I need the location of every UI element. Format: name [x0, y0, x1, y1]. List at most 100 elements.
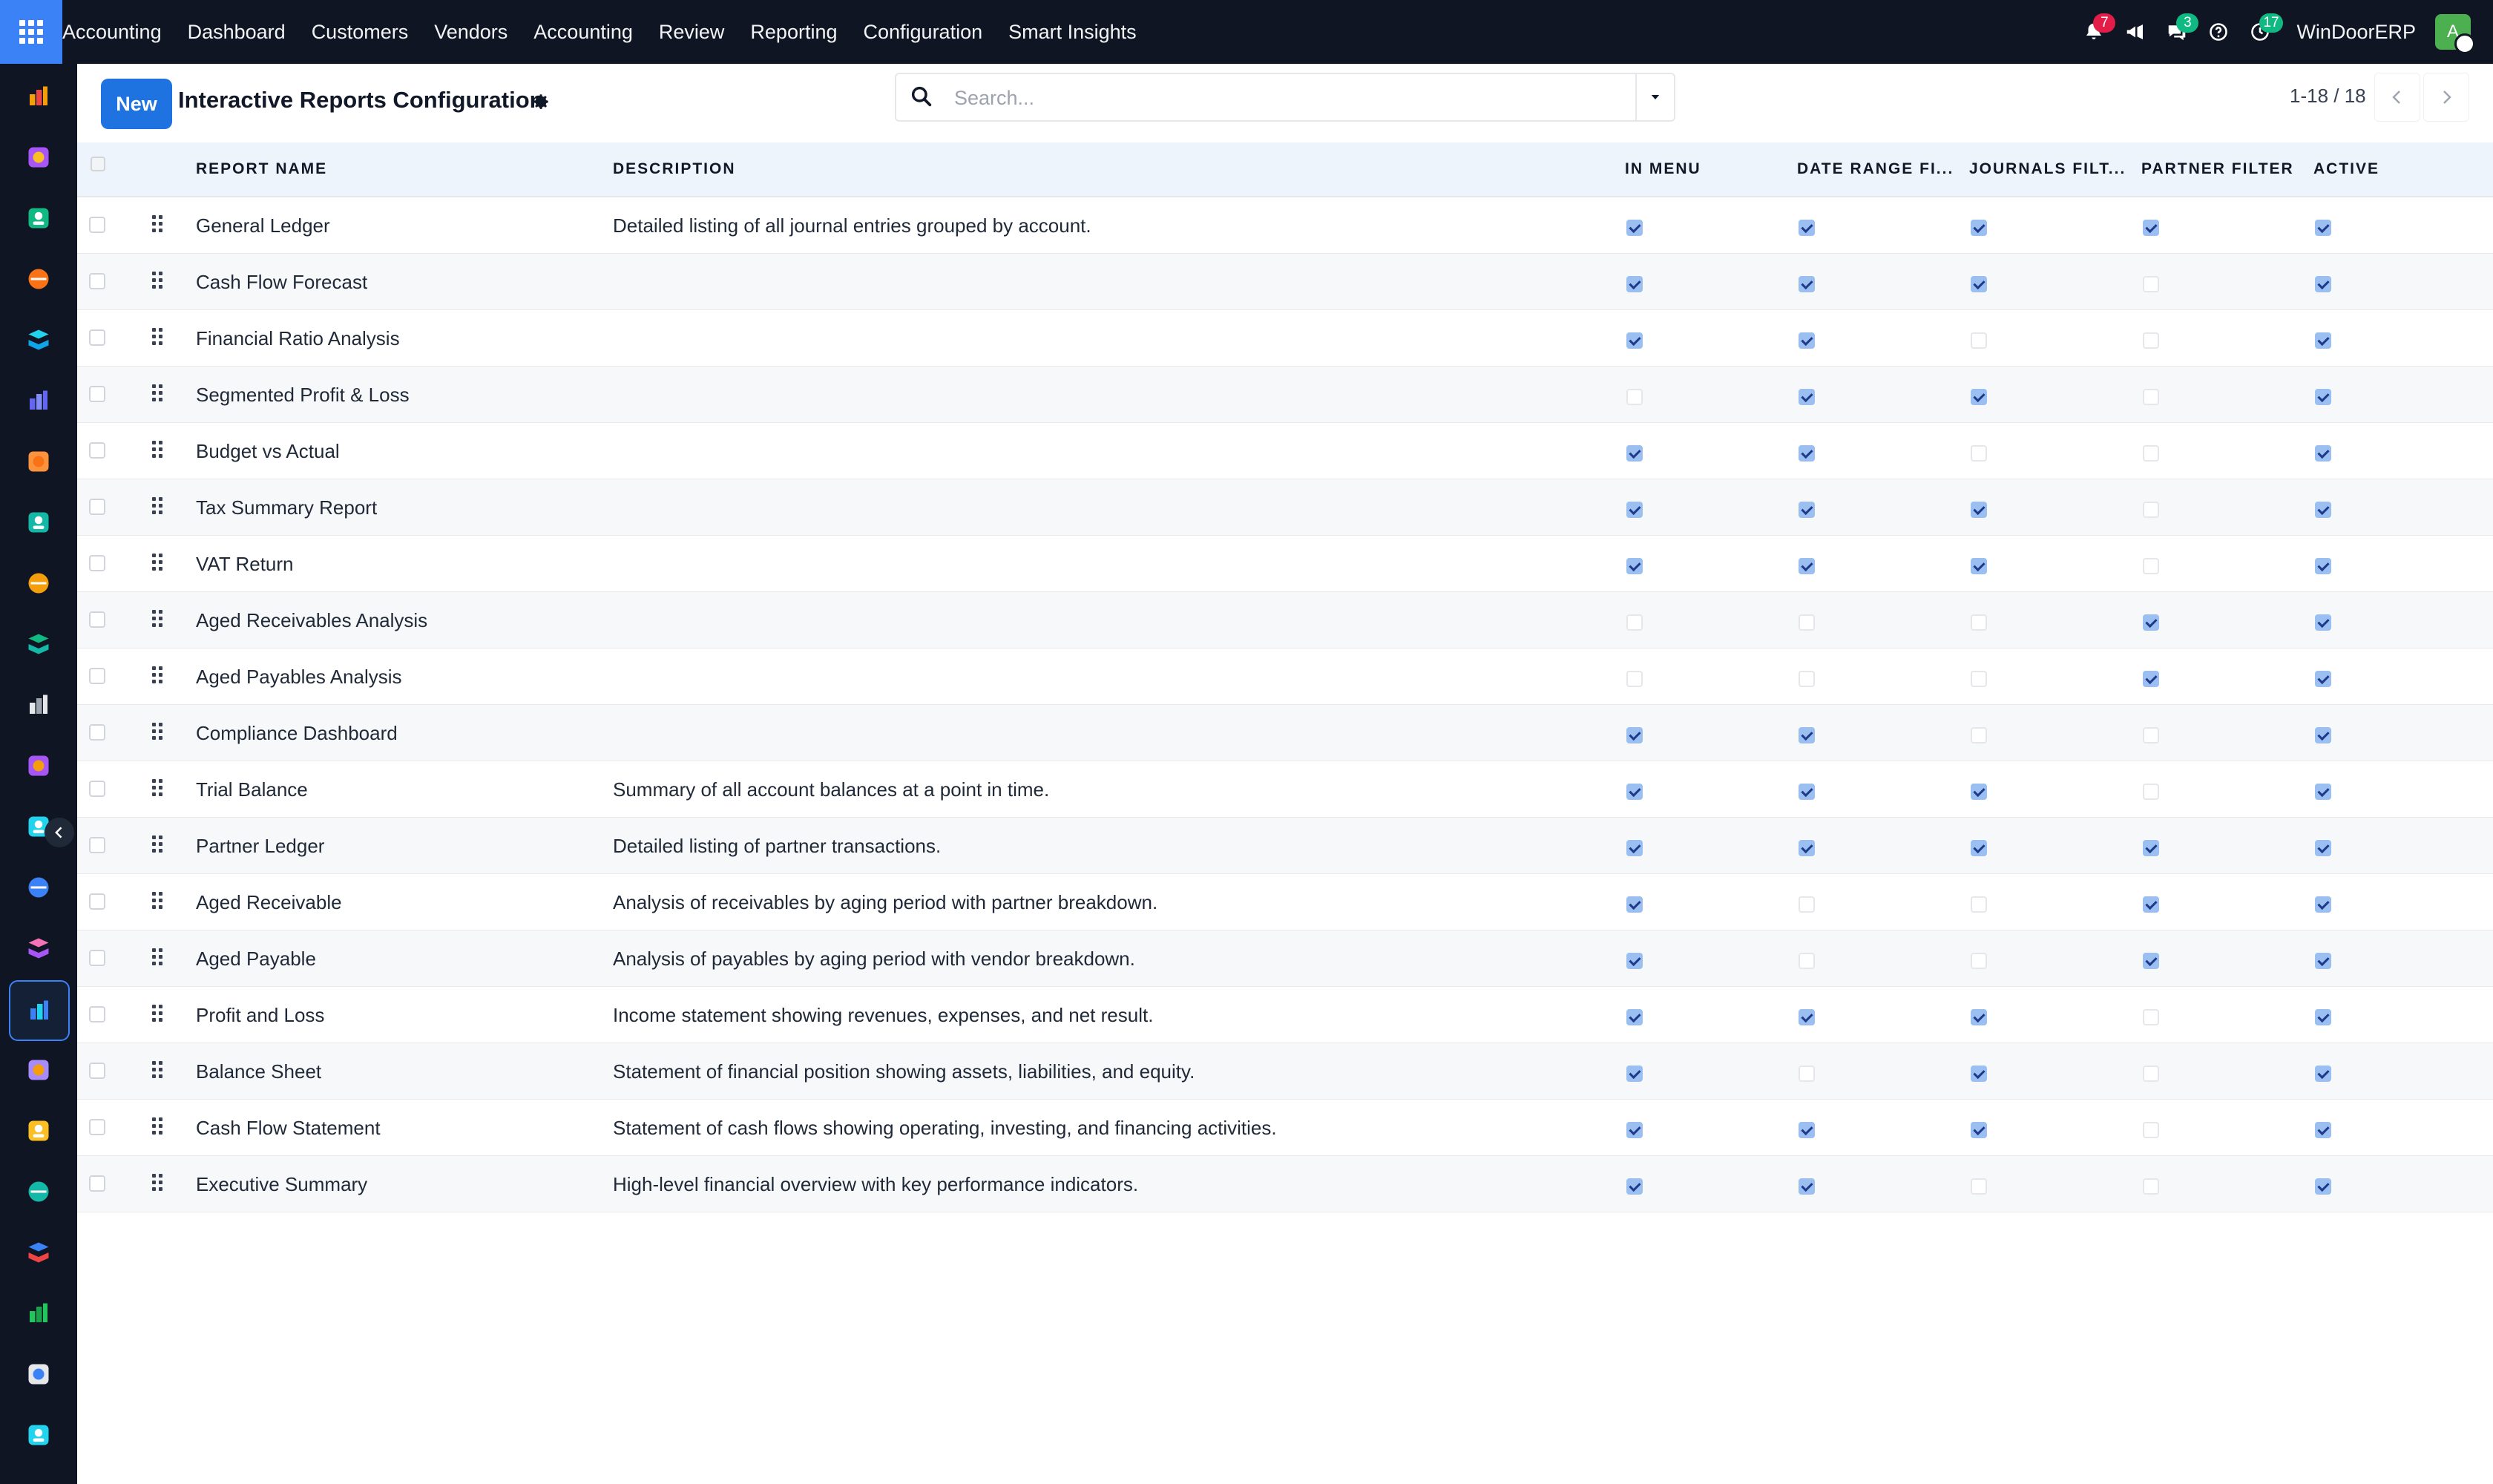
menu-dashboard[interactable]: Dashboard — [188, 21, 286, 44]
partner-filter-checkbox[interactable] — [2143, 614, 2159, 631]
active-checkbox[interactable] — [2315, 840, 2331, 856]
table-row[interactable]: Segmented Profit & Loss — [77, 367, 2493, 423]
sidebar-item-reporting[interactable] — [0, 554, 77, 613]
date-range-filter-checkbox[interactable] — [1799, 220, 1815, 236]
search-options-toggle[interactable] — [1635, 74, 1674, 120]
drag-handle-icon[interactable] — [152, 1117, 162, 1135]
row-select-checkbox[interactable] — [89, 329, 105, 346]
description-cell[interactable]: Income statement showing revenues, expen… — [613, 987, 1153, 1043]
report-name-cell[interactable]: Cash Flow Statement — [196, 1100, 381, 1156]
description-cell[interactable]: Analysis of receivables by aging period … — [613, 874, 1157, 930]
journals-filter-checkbox[interactable] — [1971, 727, 1987, 743]
col-description[interactable]: DESCRIPTION — [613, 142, 736, 196]
active-checkbox[interactable] — [2315, 220, 2331, 236]
sidebar-item-accounting[interactable] — [9, 980, 70, 1041]
menu-review[interactable]: Review — [659, 21, 725, 44]
journals-filter-checkbox[interactable] — [1971, 896, 1987, 913]
journals-filter-checkbox[interactable] — [1971, 445, 1987, 462]
in-menu-checkbox[interactable] — [1626, 614, 1643, 631]
app-menu-button[interactable] — [0, 0, 62, 64]
table-row[interactable]: Balance Sheet Statement of financial posi… — [77, 1043, 2493, 1100]
sidebar-item-project[interactable] — [0, 128, 77, 187]
sidebar-item-timer[interactable] — [0, 1345, 77, 1404]
sidebar-item-dashboards[interactable] — [0, 1223, 77, 1282]
in-menu-checkbox[interactable] — [1626, 953, 1643, 969]
drag-handle-icon[interactable] — [152, 328, 162, 345]
active-checkbox[interactable] — [2315, 1178, 2331, 1195]
pager-next-button[interactable] — [2423, 73, 2469, 122]
partner-filter-checkbox[interactable] — [2143, 1122, 2159, 1138]
report-name-cell[interactable]: Financial Ratio Analysis — [196, 310, 400, 367]
row-select-checkbox[interactable] — [89, 273, 105, 289]
notifications-button[interactable]: 7 — [2077, 13, 2116, 49]
search-input[interactable] — [953, 80, 1594, 116]
col-journals-filter[interactable]: JOURNALS FILT... — [1969, 142, 2126, 196]
partner-filter-checkbox[interactable] — [2143, 953, 2159, 969]
active-checkbox[interactable] — [2315, 896, 2331, 913]
in-menu-checkbox[interactable] — [1626, 220, 1643, 236]
sidebar-item-website[interactable] — [0, 310, 77, 370]
date-range-filter-checkbox[interactable] — [1799, 389, 1815, 405]
sidebar-item-calendar[interactable] — [0, 1101, 77, 1160]
row-select-checkbox[interactable] — [89, 1063, 105, 1079]
description-cell[interactable]: High-level financial overview with key p… — [613, 1156, 1138, 1212]
table-row[interactable]: Profit and Loss Income statement showing … — [77, 987, 2493, 1043]
partner-filter-checkbox[interactable] — [2143, 445, 2159, 462]
new-button[interactable]: New — [101, 79, 172, 129]
report-name-cell[interactable]: Executive Summary — [196, 1156, 367, 1212]
active-checkbox[interactable] — [2315, 558, 2331, 574]
col-date-range-filter[interactable]: DATE RANGE FI... — [1797, 142, 1954, 196]
date-range-filter-checkbox[interactable] — [1799, 953, 1815, 969]
sidebar-collapse-button[interactable] — [45, 818, 74, 847]
journals-filter-checkbox[interactable] — [1971, 840, 1987, 856]
report-name-cell[interactable]: Balance Sheet — [196, 1043, 321, 1100]
description-cell[interactable]: Statement of cash flows showing operatin… — [613, 1100, 1277, 1156]
table-row[interactable]: Cash Flow Statement Statement of cash flo… — [77, 1100, 2493, 1156]
row-select-checkbox[interactable] — [89, 724, 105, 741]
drag-handle-icon[interactable] — [152, 835, 162, 853]
sidebar-item-inventory[interactable] — [0, 493, 77, 552]
table-row[interactable]: Cash Flow Forecast — [77, 254, 2493, 310]
date-range-filter-checkbox[interactable] — [1799, 614, 1815, 631]
active-checkbox[interactable] — [2315, 727, 2331, 743]
sidebar-item-knowledge[interactable] — [0, 858, 77, 917]
partner-filter-checkbox[interactable] — [2143, 1009, 2159, 1025]
row-select-checkbox[interactable] — [89, 781, 105, 797]
help-button[interactable] — [2201, 15, 2236, 49]
date-range-filter-checkbox[interactable] — [1799, 784, 1815, 800]
journals-filter-checkbox[interactable] — [1971, 332, 1987, 349]
sidebar-item-package[interactable] — [0, 675, 77, 735]
report-name-cell[interactable]: General Ledger — [196, 197, 330, 254]
gear-icon[interactable] — [531, 92, 551, 111]
in-menu-checkbox[interactable] — [1626, 502, 1643, 518]
sidebar-item-contacts[interactable] — [0, 188, 77, 248]
report-name-cell[interactable]: Profit and Loss — [196, 987, 324, 1043]
partner-filter-checkbox[interactable] — [2143, 1178, 2159, 1195]
journals-filter-checkbox[interactable] — [1971, 671, 1987, 687]
date-range-filter-checkbox[interactable] — [1799, 1009, 1815, 1025]
journals-filter-checkbox[interactable] — [1971, 614, 1987, 631]
in-menu-checkbox[interactable] — [1626, 1178, 1643, 1195]
journals-filter-checkbox[interactable] — [1971, 953, 1987, 969]
active-checkbox[interactable] — [2315, 1122, 2331, 1138]
table-row[interactable]: Budget vs Actual — [77, 423, 2493, 479]
active-checkbox[interactable] — [2315, 276, 2331, 292]
description-cell[interactable]: Detailed listing of partner transactions… — [613, 818, 941, 874]
journals-filter-checkbox[interactable] — [1971, 1122, 1987, 1138]
date-range-filter-checkbox[interactable] — [1799, 445, 1815, 462]
active-checkbox[interactable] — [2315, 671, 2331, 687]
row-select-checkbox[interactable] — [89, 668, 105, 684]
announcements-button[interactable] — [2118, 15, 2152, 49]
journals-filter-checkbox[interactable] — [1971, 276, 1987, 292]
in-menu-checkbox[interactable] — [1626, 896, 1643, 913]
report-name-cell[interactable]: Compliance Dashboard — [196, 705, 398, 761]
table-row[interactable]: Aged Payables Analysis — [77, 649, 2493, 705]
table-row[interactable]: Executive Summary High-level financial ov… — [77, 1156, 2493, 1212]
row-select-checkbox[interactable] — [89, 950, 105, 966]
drag-handle-icon[interactable] — [152, 948, 162, 965]
report-name-cell[interactable]: Aged Receivables Analysis — [196, 592, 427, 649]
sidebar-item-pen[interactable] — [0, 1162, 77, 1221]
col-active[interactable]: ACTIVE — [2313, 142, 2379, 196]
date-range-filter-checkbox[interactable] — [1799, 1178, 1815, 1195]
sidebar-item-website-alt[interactable] — [0, 1405, 77, 1465]
